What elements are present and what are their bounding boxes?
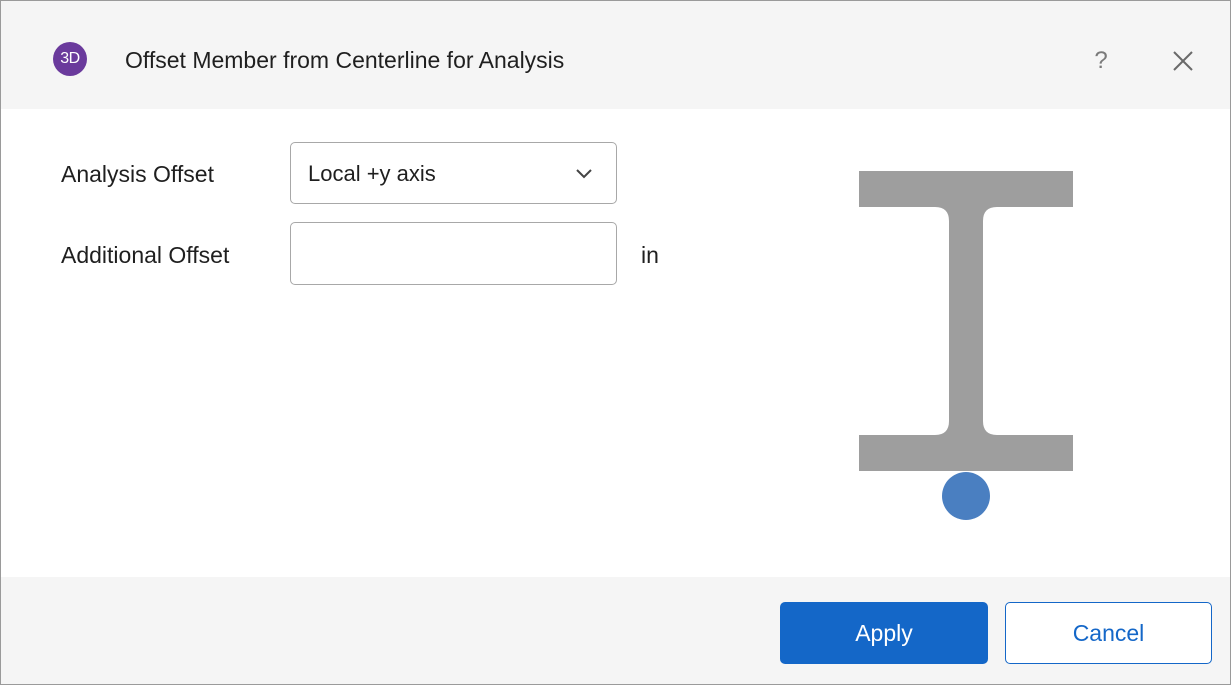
apply-button[interactable]: Apply xyxy=(780,602,988,664)
i-beam-section xyxy=(859,171,1073,471)
additional-offset-unit: in xyxy=(641,242,659,268)
dialog-footer: Apply Cancel xyxy=(1,577,1230,684)
i-beam-offset-diagram xyxy=(859,171,1073,520)
additional-offset-label: Additional Offset xyxy=(61,242,230,268)
help-icon[interactable]: ? xyxy=(1086,41,1116,81)
app-logo-icon: 3D xyxy=(53,42,87,76)
close-icon[interactable] xyxy=(1163,41,1203,81)
offset-member-dialog: 3D Offset Member from Centerline for Ana… xyxy=(0,0,1231,685)
offset-point xyxy=(942,472,990,520)
analysis-offset-select[interactable]: Local +y axis xyxy=(290,142,617,204)
dialog-title-bar: 3D Offset Member from Centerline for Ana… xyxy=(1,1,1230,109)
analysis-offset-label: Analysis Offset xyxy=(61,161,214,187)
dialog-title: Offset Member from Centerline for Analys… xyxy=(125,47,565,73)
additional-offset-input[interactable] xyxy=(290,222,617,285)
analysis-offset-selected-value: Local +y axis xyxy=(308,161,436,186)
cancel-button[interactable]: Cancel xyxy=(1005,602,1212,664)
chevron-down-icon xyxy=(576,169,592,179)
dialog-body: Analysis Offset Local +y axis Additional… xyxy=(1,109,1230,577)
